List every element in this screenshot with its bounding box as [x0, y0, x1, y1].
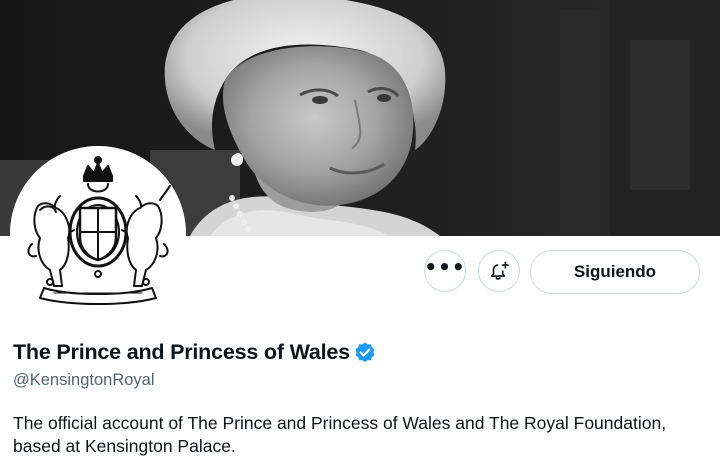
more-options-button[interactable]: ••• [424, 250, 466, 292]
profile-display-name: The Prince and Princess of Wales [13, 340, 350, 364]
more-horizontal-icon: ••• [424, 255, 466, 279]
profile-name-row: The Prince and Princess of Wales [13, 340, 377, 365]
profile-bio: The official account of The Prince and P… [13, 413, 667, 456]
profile-page: ••• Siguiendo The Prince and Princess of… [0, 0, 720, 461]
profile-handle: @KensingtonRoyal [13, 371, 155, 389]
notifications-button[interactable] [478, 250, 520, 292]
verified-badge-icon[interactable] [353, 341, 377, 365]
bell-plus-icon [491, 261, 509, 280]
profile-avatar-coat-of-arms[interactable] [10, 146, 186, 322]
following-button[interactable]: Siguiendo [530, 250, 700, 294]
